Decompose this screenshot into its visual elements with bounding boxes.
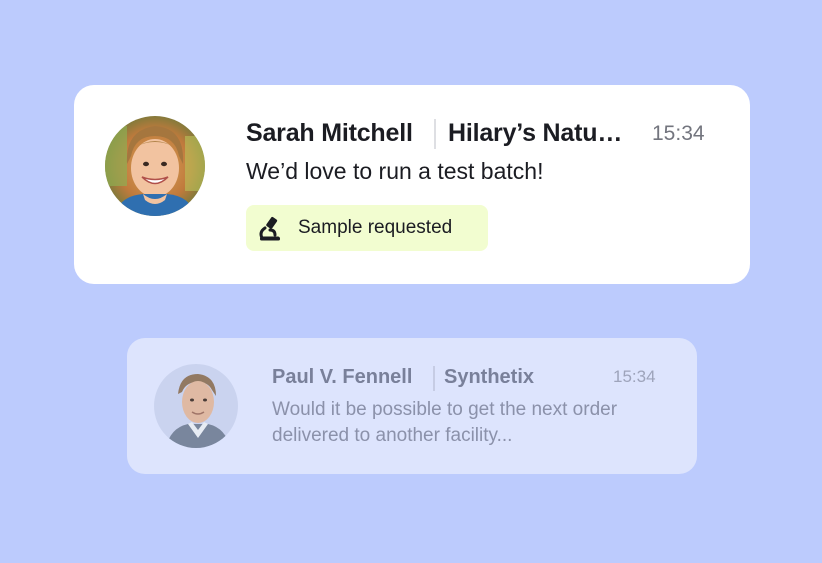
status-tag-label: Sample requested (298, 217, 453, 238)
company-name: Hilary’s Natural Foods (448, 119, 630, 147)
message-time: 15:34 (613, 367, 656, 386)
message-preview: Would it be possible to get the next ord… (272, 399, 618, 446)
sender-name: Sarah Mitchell (246, 119, 413, 147)
header-divider (434, 119, 436, 149)
company-name: Synthetix (444, 366, 535, 388)
message-time: 15:34 (652, 122, 705, 145)
conversation-card[interactable]: Paul V. Fennell Synthetix 15:34 Would it… (127, 338, 697, 474)
avatar (154, 364, 238, 448)
message-header: Sarah Mitchell Hilary’s Natural Foods 15… (246, 119, 716, 149)
message-preview: We’d love to run a test batch! (246, 158, 544, 184)
status-tag: Sample requested (246, 205, 488, 251)
microscope-icon (256, 215, 284, 243)
header-divider (433, 366, 435, 391)
sender-name: Paul V. Fennell (272, 366, 413, 388)
avatar (105, 116, 205, 216)
conversation-card-active[interactable]: Sarah Mitchell Hilary’s Natural Foods 15… (74, 85, 750, 284)
